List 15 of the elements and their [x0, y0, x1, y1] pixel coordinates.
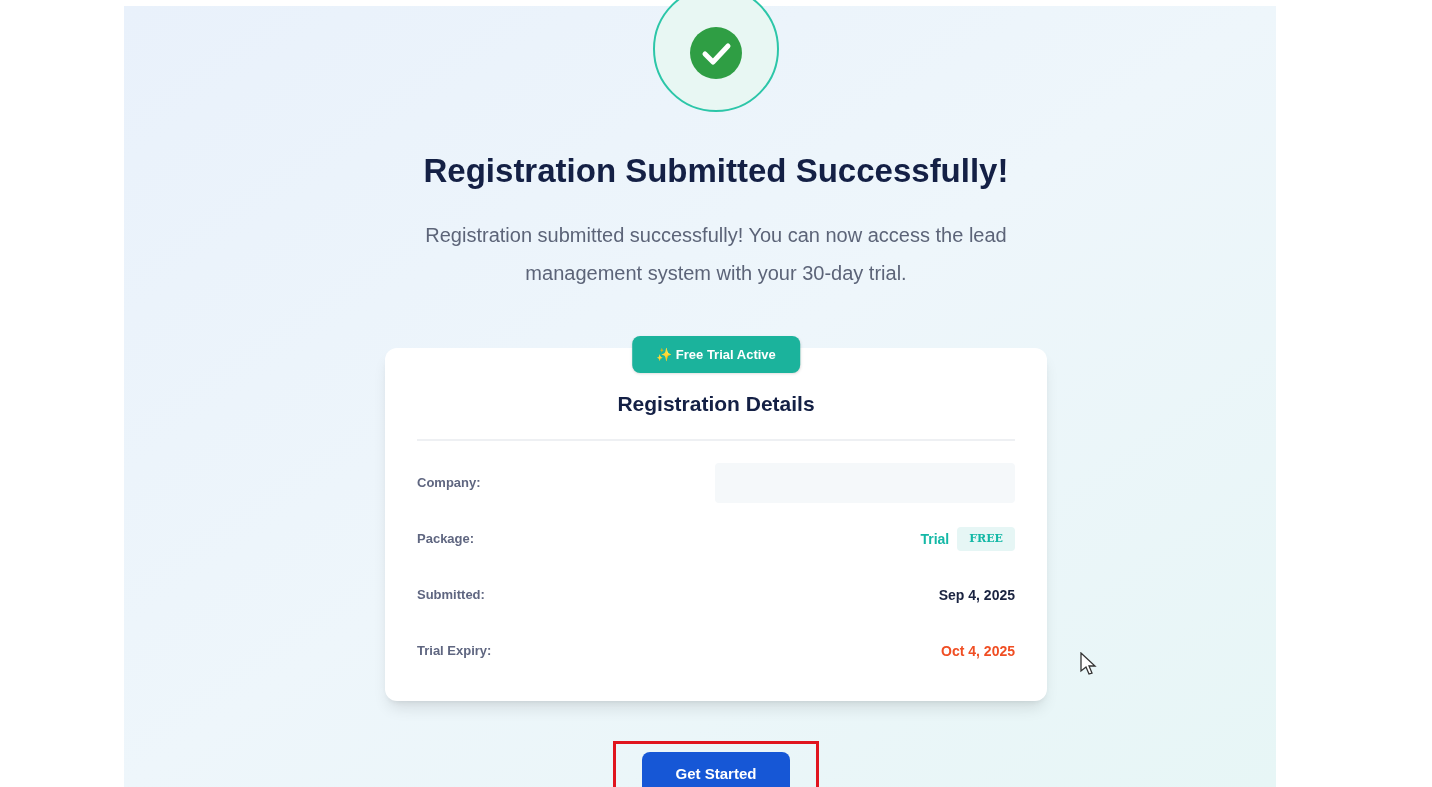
- page-title: Registration Submitted Successfully!: [423, 151, 1009, 191]
- expiry-date: Oct 4, 2025: [941, 641, 1015, 661]
- success-message: Registration submitted successfully! You can now access the lead management system with your 30-day trial.: [424, 222, 1008, 286]
- card-title: Registration Details: [616, 390, 816, 417]
- submitted-date: Sep 4, 2025: [938, 585, 1015, 605]
- package-value: Trial: [920, 529, 950, 549]
- free-trial-badge: ✨ Free Trial Active: [632, 335, 800, 373]
- row-label: Trial Expiry:: [417, 642, 492, 661]
- check-circle-icon: [690, 27, 742, 79]
- mouse-pointer-icon: [1080, 652, 1098, 676]
- row-label: Company:: [417, 474, 481, 493]
- row-label: Submitted:: [417, 586, 485, 605]
- get-started-button[interactable]: Get Started: [642, 752, 790, 787]
- row-label: Package:: [417, 530, 475, 549]
- free-tag: FREE: [957, 526, 1015, 552]
